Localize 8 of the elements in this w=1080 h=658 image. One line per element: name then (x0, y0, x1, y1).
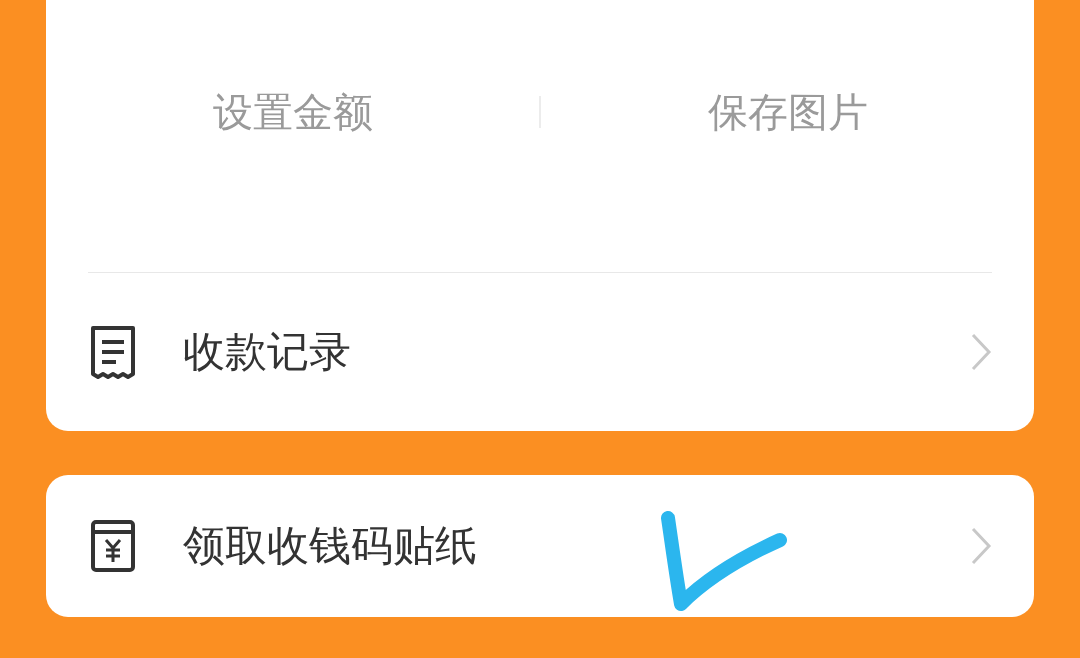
list-item-label: 领取收钱码贴纸 (183, 525, 478, 567)
list-item-label: 收款记录 (183, 331, 352, 373)
list-item[interactable]: 领取收钱码贴纸 (46, 475, 1034, 617)
yuan-card-icon (88, 518, 138, 574)
chevron-right-icon (970, 526, 992, 566)
receipt-icon (88, 324, 138, 380)
list-item[interactable]: 收款记录 (46, 273, 1034, 431)
chevron-right-icon (970, 332, 992, 372)
